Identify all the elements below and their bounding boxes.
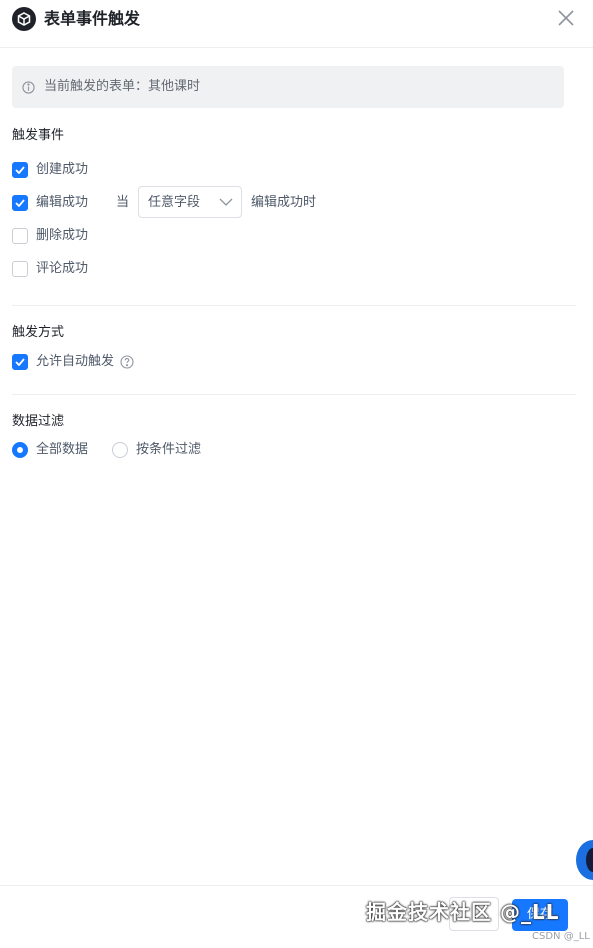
checkbox-allow-auto-trigger[interactable]: 允许自动触发 [12, 353, 134, 371]
radio-all-data[interactable]: 全部数据 [12, 441, 88, 459]
trigger-mode-title: 触发方式 [12, 325, 65, 340]
question-circle-icon[interactable] [120, 355, 134, 369]
checkbox-create-success[interactable]: 创建成功 [12, 161, 88, 179]
current-form-text: 当前触发的表单：其他课时 [44, 79, 201, 94]
radio-unselected[interactable] [112, 442, 128, 458]
close-icon[interactable] [556, 8, 576, 28]
data-filter-title: 数据过滤 [12, 414, 65, 429]
dialog-header: 表单事件触发 [0, 0, 593, 48]
cube-icon [12, 7, 36, 31]
radio-filter-by-condition[interactable]: 按条件过滤 [112, 441, 201, 459]
checkbox-label: 创建成功 [36, 162, 89, 177]
edit-condition-suffix: 编辑成功时 [251, 195, 317, 210]
dialog-title: 表单事件触发 [44, 9, 141, 28]
checkbox-edit-success[interactable]: 编辑成功 [12, 194, 88, 212]
checkbox-label: 评论成功 [36, 261, 89, 276]
trigger-events-title: 触发事件 [12, 128, 65, 143]
floating-assistant-icon[interactable] [576, 840, 593, 880]
checkbox-checked[interactable] [12, 162, 28, 178]
checkbox-label: 编辑成功 [36, 195, 89, 210]
field-select[interactable]: 任意字段 [138, 186, 242, 218]
radio-label: 按条件过滤 [136, 442, 202, 457]
assistant-eye [586, 848, 593, 872]
chevron-down-icon [219, 198, 233, 206]
radio-label: 全部数据 [36, 442, 89, 457]
checkbox-unchecked[interactable] [12, 228, 28, 244]
section-divider [12, 394, 576, 395]
checkbox-label: 允许自动触发 [36, 354, 115, 369]
checkbox-comment-success[interactable]: 评论成功 [12, 260, 88, 278]
info-circle-icon [22, 81, 35, 94]
field-select-value: 任意字段 [148, 195, 201, 210]
watermark-text: 掘金技术社区 @_LL [366, 900, 560, 924]
csdn-watermark: CSDN @_LL [532, 931, 590, 942]
radio-selected[interactable] [12, 442, 28, 458]
checkbox-unchecked[interactable] [12, 261, 28, 277]
edit-condition-prefix: 当 [116, 195, 130, 210]
checkbox-label: 删除成功 [36, 228, 89, 243]
checkbox-delete-success[interactable]: 删除成功 [12, 227, 88, 245]
checkbox-checked[interactable] [12, 195, 28, 211]
checkbox-checked[interactable] [12, 354, 28, 370]
section-divider [12, 305, 576, 306]
current-form-banner: 当前触发的表单：其他课时 [12, 66, 564, 108]
